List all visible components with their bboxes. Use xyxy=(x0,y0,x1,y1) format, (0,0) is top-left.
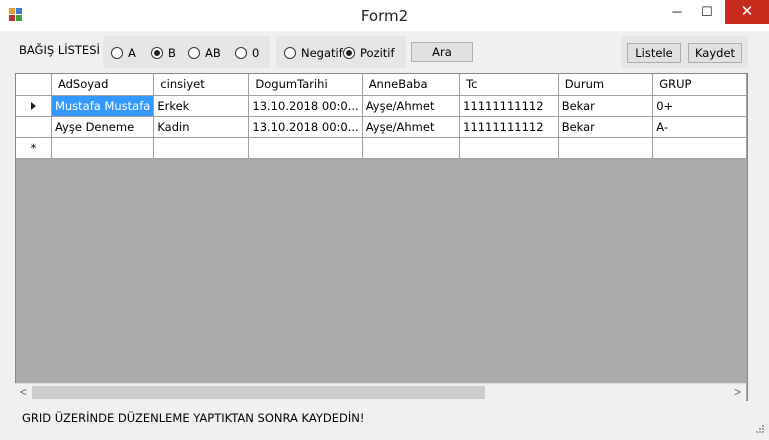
radio-ab-circle xyxy=(188,47,200,59)
donation-list-label: BAĞIŞ LİSTESİ xyxy=(19,43,100,57)
save-button[interactable]: Kaydet xyxy=(688,43,742,63)
table-cell[interactable]: Ayşe Deneme xyxy=(51,116,155,138)
scrollbar-thumb[interactable] xyxy=(32,386,485,399)
grid-header-row: AdSoyad cinsiyet DogumTarihi AnneBaba Tc… xyxy=(16,74,747,96)
new-row-marker: * xyxy=(16,137,52,159)
table-cell[interactable]: Erkek xyxy=(153,95,250,117)
radio-negative-label: Negatif xyxy=(301,46,343,60)
scroll-left-icon[interactable]: < xyxy=(15,384,32,401)
title-bar: Form2 ─ ☐ ✕ xyxy=(0,0,769,31)
list-button[interactable]: Listele xyxy=(627,43,681,63)
corner-header xyxy=(16,74,52,96)
table-cell[interactable]: 13.10.2018 00:0... xyxy=(248,116,363,138)
table-cell[interactable] xyxy=(51,137,155,159)
table-cell[interactable]: 13.10.2018 00:0... xyxy=(248,95,363,117)
radio-b-circle xyxy=(151,47,163,59)
radio-0-circle xyxy=(235,47,247,59)
table-cell[interactable]: Bekar xyxy=(558,116,654,138)
table-row[interactable]: Ayşe Deneme Kadin 13.10.2018 00:0... Ayş… xyxy=(16,116,747,138)
radio-a-label: A xyxy=(128,46,136,60)
minimize-button[interactable]: ─ xyxy=(660,0,694,24)
column-header[interactable]: GRUP xyxy=(652,74,747,96)
column-header[interactable]: Tc xyxy=(459,74,559,96)
table-cell[interactable]: Ayşe/Ahmet xyxy=(362,116,461,138)
table-cell[interactable] xyxy=(362,137,461,159)
radio-positive-circle xyxy=(343,47,355,59)
table-cell[interactable] xyxy=(459,137,559,159)
table-cell[interactable] xyxy=(248,137,363,159)
radio-a-circle xyxy=(111,47,123,59)
table-cell[interactable]: 11111111112 xyxy=(459,116,559,138)
column-header[interactable]: Durum xyxy=(558,74,654,96)
radio-group-ab[interactable]: AB xyxy=(188,45,221,61)
data-grid[interactable]: AdSoyad cinsiyet DogumTarihi AnneBaba Tc… xyxy=(15,73,748,401)
resize-grip-icon[interactable] xyxy=(753,424,765,436)
table-cell[interactable]: 0+ xyxy=(652,95,747,117)
row-header[interactable] xyxy=(16,116,52,138)
table-cell[interactable]: A- xyxy=(652,116,747,138)
radio-0-label: 0 xyxy=(252,46,260,60)
footer-message: GRID ÜZERİNDE DÜZENLEME YAPTIKTAN SONRA … xyxy=(22,411,365,425)
close-button[interactable]: ✕ xyxy=(725,0,769,24)
column-header[interactable]: cinsiyet xyxy=(153,74,250,96)
radio-positive[interactable]: Pozitif xyxy=(343,45,395,61)
column-header[interactable]: AdSoyad xyxy=(51,74,155,96)
table-cell[interactable] xyxy=(153,137,250,159)
table-cell[interactable]: Bekar xyxy=(558,95,654,117)
horizontal-scrollbar[interactable]: < > xyxy=(15,383,746,401)
table-cell[interactable]: Kadin xyxy=(153,116,250,138)
radio-group-b[interactable]: B xyxy=(151,45,176,61)
grid-table: AdSoyad cinsiyet DogumTarihi AnneBaba Tc… xyxy=(16,74,747,159)
radio-positive-label: Pozitif xyxy=(360,46,395,60)
table-cell[interactable]: Mustafa Mustafa xyxy=(51,95,155,117)
new-row[interactable]: * xyxy=(16,137,747,159)
table-cell[interactable] xyxy=(558,137,654,159)
radio-b-label: B xyxy=(168,46,176,60)
radio-ab-label: AB xyxy=(205,46,221,60)
radio-negative[interactable]: Negatif xyxy=(284,45,343,61)
table-cell[interactable]: Ayşe/Ahmet xyxy=(362,95,461,117)
scroll-right-icon[interactable]: > xyxy=(729,384,746,401)
column-header[interactable]: AnneBaba xyxy=(362,74,461,96)
column-header[interactable]: DogumTarihi xyxy=(248,74,363,96)
row-header[interactable] xyxy=(16,95,52,117)
maximize-button[interactable]: ☐ xyxy=(690,0,724,24)
window-title: Form2 xyxy=(360,7,409,25)
table-row[interactable]: Mustafa Mustafa Erkek 13.10.2018 00:0...… xyxy=(16,95,747,117)
radio-group-0[interactable]: 0 xyxy=(235,45,259,61)
table-cell[interactable]: 11111111112 xyxy=(459,95,559,117)
current-row-arrow-icon xyxy=(30,101,36,110)
radio-negative-circle xyxy=(284,47,296,59)
radio-group-a[interactable]: A xyxy=(111,45,136,61)
search-button[interactable]: Ara xyxy=(411,42,473,62)
table-cell[interactable] xyxy=(652,137,747,159)
